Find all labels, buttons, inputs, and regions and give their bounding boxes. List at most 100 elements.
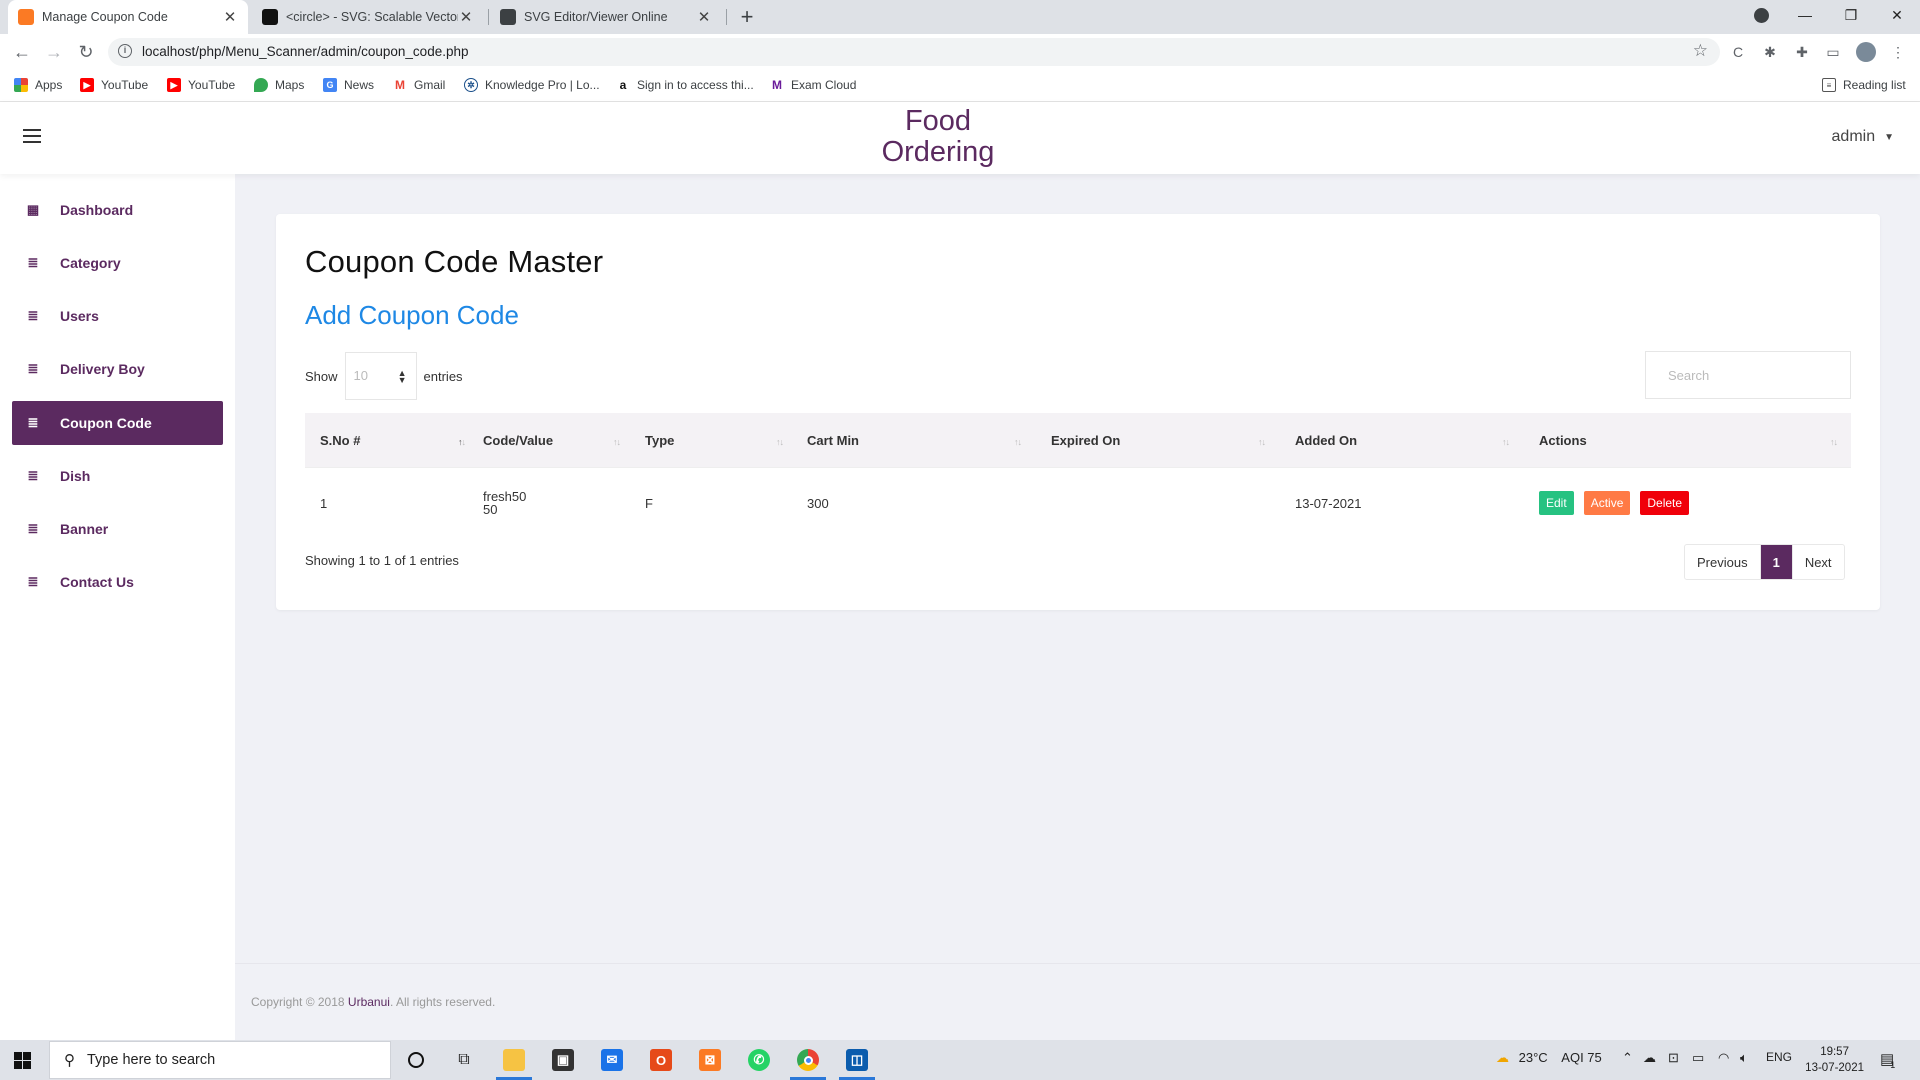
close-tab-icon[interactable]: ✕ — [696, 8, 712, 26]
footer-brand-link[interactable]: Urbanui — [348, 995, 390, 1009]
list-icon: ≣ — [27, 415, 39, 430]
bookmark-label: Exam Cloud — [791, 78, 857, 92]
add-coupon-link[interactable]: Add Coupon Code — [305, 300, 519, 331]
tab-manage-coupon-code[interactable]: Manage Coupon Code ✕ — [8, 0, 248, 34]
file-explorer-icon[interactable] — [490, 1040, 538, 1080]
extension-c-icon[interactable]: C — [1728, 42, 1748, 62]
profile-avatar-icon[interactable] — [1856, 42, 1876, 62]
restore-icon[interactable]: ❐ — [1828, 0, 1874, 30]
task-view-icon[interactable]: ⧉ — [440, 1040, 488, 1080]
weather-widget[interactable]: ☁ 23°C AQI 75 — [1496, 1050, 1602, 1066]
address-bar[interactable]: i localhost/php/Menu_Scanner/admin/coupo… — [108, 38, 1720, 66]
sidebar-item-contact-us[interactable]: ≣ Contact Us — [12, 560, 223, 604]
delete-button[interactable]: Delete — [1640, 491, 1690, 515]
mail-icon[interactable]: ✉ — [588, 1040, 636, 1080]
amazon-icon: a — [616, 78, 630, 92]
page-1-button[interactable]: 1 — [1759, 545, 1792, 579]
minimize-icon[interactable]: — — [1782, 0, 1828, 30]
cell-type: F — [645, 495, 653, 511]
bookmark-exam-cloud[interactable]: M Exam Cloud — [770, 78, 856, 92]
reading-list[interactable]: ≡ Reading list — [1822, 78, 1906, 92]
bookmark-amazon[interactable]: a Sign in to access thi... — [616, 78, 754, 92]
apps-grid-icon — [14, 78, 28, 92]
bookmark-gmail[interactable]: M Gmail — [393, 78, 445, 92]
sidebar-item-users[interactable]: ≣ Users — [12, 294, 223, 338]
user-menu[interactable]: admin ▼ — [1832, 128, 1894, 146]
bookmark-maps[interactable]: Maps — [254, 78, 304, 92]
tab-svg-circle[interactable]: <circle> - SVG: Scalable Vector G ✕ — [252, 0, 484, 34]
wifi-icon[interactable]: ◠ — [1718, 1050, 1729, 1066]
whatsapp-icon[interactable]: ✆ — [735, 1040, 783, 1080]
taskbar-clock[interactable]: 19:57 13-07-2021 — [1805, 1044, 1864, 1076]
chrome-icon[interactable] — [784, 1040, 832, 1080]
page-length-control: Show 10 ▲ ▼ entries — [305, 352, 463, 400]
column-header-type[interactable]: Type ↑↓ — [645, 413, 795, 467]
site-info-icon[interactable]: i — [118, 44, 132, 58]
tray-app-icon[interactable]: ⊡ — [1668, 1050, 1679, 1066]
sidebar-item-coupon-code[interactable]: ≣ Coupon Code — [12, 401, 223, 445]
new-tab-icon[interactable]: + — [735, 4, 759, 30]
column-header-cart-min[interactable]: Cart Min ↑↓ — [807, 413, 1037, 467]
column-label: Actions — [1539, 432, 1587, 448]
volume-icon[interactable]: 🔈︎ — [1740, 1050, 1748, 1066]
bookmark-knowledge-pro[interactable]: ✲ Knowledge Pro | Lo... — [464, 78, 600, 92]
notification-center-icon[interactable]: ▤1 — [1880, 1050, 1895, 1070]
column-header-sno[interactable]: S.No # ↑↓ — [320, 413, 470, 467]
xampp-icon[interactable]: ⊠ — [686, 1040, 734, 1080]
close-window-icon[interactable]: ✕ — [1874, 0, 1920, 30]
sidebar: ▦ Dashboard ≣ Category ≣ Users ≣ Deliver… — [0, 174, 235, 1040]
battery-icon[interactable]: ▭ — [1692, 1050, 1704, 1066]
language-indicator[interactable]: ENG — [1766, 1050, 1792, 1064]
editor-app-icon[interactable]: ◫ — [833, 1040, 881, 1080]
bookmark-star-icon[interactable]: ☆ — [1693, 41, 1708, 61]
close-tab-icon[interactable]: ✕ — [458, 8, 474, 26]
store-icon[interactable]: ▣ — [539, 1040, 587, 1080]
sidebar-item-delivery-boy[interactable]: ≣ Delivery Boy — [12, 347, 223, 391]
cortana-icon[interactable] — [392, 1040, 440, 1080]
column-header-expired-on[interactable]: Expired On ↑↓ — [1051, 413, 1281, 467]
close-tab-icon[interactable]: ✕ — [222, 8, 238, 26]
tab-search-icon[interactable] — [1738, 0, 1784, 30]
cell-cart-min: 300 — [807, 495, 829, 511]
reload-icon[interactable]: ↻ — [74, 40, 98, 64]
sidebar-item-dashboard[interactable]: ▦ Dashboard — [12, 188, 223, 232]
page-length-select[interactable]: 10 ▲ ▼ — [344, 352, 417, 400]
brand-logo[interactable]: Food Ordering — [870, 106, 1006, 168]
next-page-button[interactable]: Next — [1791, 545, 1844, 579]
chrome-menu-icon[interactable]: ⋮ — [1888, 42, 1908, 62]
column-header-added-on[interactable]: Added On ↑↓ — [1295, 413, 1525, 467]
sidebar-item-dish[interactable]: ≣ Dish — [12, 454, 223, 498]
forward-icon[interactable]: → — [42, 40, 66, 64]
sidebar-item-label: Banner — [60, 521, 109, 537]
sidebar-item-banner[interactable]: ≣ Banner — [12, 507, 223, 551]
show-hidden-icons-icon[interactable]: ⌃ — [1622, 1050, 1633, 1066]
search-input[interactable] — [1645, 351, 1851, 399]
back-icon[interactable]: ← — [10, 40, 34, 64]
edit-button[interactable]: Edit — [1539, 491, 1574, 515]
dashboard-icon: ▦ — [26, 202, 40, 217]
menu-toggle-icon[interactable] — [23, 129, 41, 143]
list-icon: ≣ — [27, 574, 39, 589]
taskbar-search[interactable]: ⚲ Type here to search — [49, 1041, 391, 1079]
windows-start-icon[interactable] — [14, 1052, 31, 1069]
bookmark-news[interactable]: G News — [323, 78, 374, 92]
temperature: 23°C — [1518, 1050, 1548, 1065]
sidebar-item-category[interactable]: ≣ Category — [12, 241, 223, 285]
previous-page-button[interactable]: Previous — [1685, 545, 1760, 579]
extension-bug-icon[interactable]: ✱ — [1760, 42, 1780, 62]
clock-date: 13-07-2021 — [1805, 1062, 1864, 1074]
bookmark-label: Knowledge Pro | Lo... — [485, 78, 600, 92]
mdn-favicon-icon — [262, 9, 278, 25]
office-icon[interactable]: O — [637, 1040, 685, 1080]
bookmark-youtube-1[interactable]: ▶ YouTube — [80, 78, 148, 92]
taskbar-search-placeholder: Type here to search — [87, 1052, 216, 1068]
column-header-code-value[interactable]: Code/Value ↑↓ — [483, 413, 633, 467]
column-header-actions[interactable]: Actions ↑↓ — [1539, 413, 1839, 467]
bookmark-youtube-2[interactable]: ▶ YouTube — [167, 78, 235, 92]
cast-icon[interactable]: ▭ — [1823, 42, 1843, 62]
tab-svg-editor[interactable]: SVG Editor/Viewer Online ✕ — [490, 0, 722, 34]
extensions-puzzle-icon[interactable]: ✚ — [1792, 42, 1812, 62]
onedrive-icon[interactable]: ☁ — [1643, 1050, 1656, 1066]
bookmark-apps[interactable]: Apps — [14, 78, 62, 92]
status-toggle-button[interactable]: Active — [1583, 491, 1631, 515]
